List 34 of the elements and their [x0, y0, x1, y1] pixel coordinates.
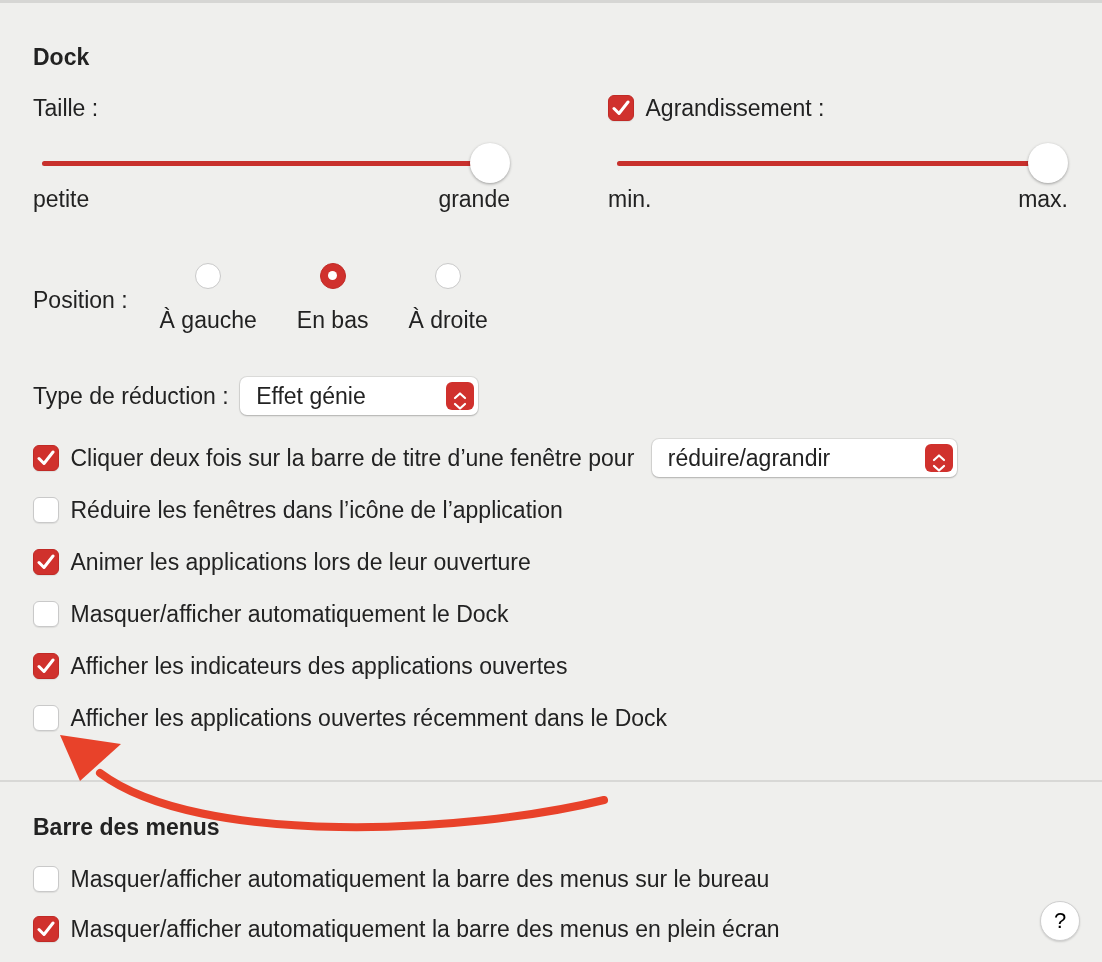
slider-thumb[interactable]: [1028, 142, 1068, 183]
position-label: Position :: [33, 285, 128, 315]
checkbox-label: Masquer/afficher automatiquement le Dock: [70, 599, 509, 629]
dropdown-label: Type de réduction :: [33, 381, 229, 411]
dropdown[interactable]: réduire/agrandir: [651, 439, 957, 477]
stepper-icon: [446, 382, 475, 410]
checkbox-label: Cliquer deux fois sur la barre de titre d’une fenêtre pour: [70, 443, 635, 473]
checkbox[interactable]: [33, 445, 59, 471]
checkbox-label: Animer les applications lors de leur ouverture: [70, 547, 531, 577]
checkbox-label: Masquer/afficher automatiquement la barre des menus sur le bureau: [70, 864, 770, 894]
stepper-icon: [924, 444, 953, 472]
checkbox-label: Réduire les fenêtres dans l’icône de l’application: [70, 495, 563, 525]
radio-label: À gauche: [159, 305, 257, 335]
checkbox[interactable]: [33, 549, 59, 575]
checkbox[interactable]: [33, 653, 59, 679]
checkbox[interactable]: [33, 916, 59, 942]
help-button[interactable]: ?: [1040, 901, 1080, 941]
checkbox-label: Afficher les applications ouvertes récemment dans le Dock: [70, 703, 668, 733]
radio-label: À droite: [408, 305, 488, 335]
dropdown[interactable]: Effet génie: [240, 377, 479, 415]
checkbox[interactable]: [608, 95, 634, 121]
slider-label: Taille :: [33, 93, 99, 123]
section-title: Dock: [33, 43, 91, 72]
section-title: Barre des menus: [33, 813, 221, 842]
max-label: grande: [438, 185, 510, 214]
max-label: max.: [1018, 185, 1068, 214]
slider-thumb[interactable]: [470, 142, 510, 183]
radio-label: En bas: [296, 305, 369, 335]
min-label: min.: [608, 185, 652, 214]
checkbox-label: Masquer/afficher automatiquement la barre des menus en plein écran: [70, 914, 780, 944]
min-label: petite: [33, 185, 90, 214]
checkbox-label: Agrandissement :: [645, 93, 825, 123]
checkbox-label: Afficher les indicateurs des applications ouvertes: [70, 651, 568, 681]
radio-button[interactable]: [319, 262, 346, 289]
